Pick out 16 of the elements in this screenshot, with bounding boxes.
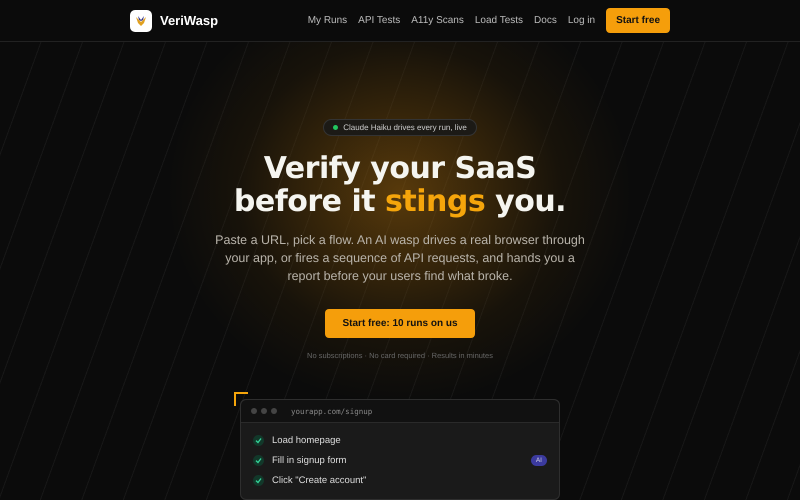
hero-subtitle: Paste a URL, pick a flow. An AI wasp drives a real browser through your app, or fires a sequence of API requests, and hands you a report before your users find what broke. bbox=[214, 232, 586, 285]
nav-link[interactable]: Load Tests bbox=[474, 15, 524, 26]
brand-name: VeriWasp bbox=[160, 13, 218, 28]
wasp-logo-icon[interactable] bbox=[130, 10, 152, 32]
nav-link[interactable]: Log in bbox=[568, 15, 596, 26]
step-label: Click "Create account" bbox=[272, 474, 366, 486]
nav-link[interactable]: My Runs bbox=[308, 15, 348, 26]
nav-link[interactable]: Docs bbox=[534, 15, 557, 26]
hero-headline: Verify your SaaS before it stings you. bbox=[234, 152, 566, 218]
nav-link[interactable]: A11y Scans bbox=[411, 15, 464, 26]
step-label: Fill in signup form bbox=[272, 454, 346, 466]
step-label: Load homepage bbox=[272, 434, 341, 446]
start-free-cta-button[interactable]: Start free: 10 runs on us bbox=[325, 309, 475, 338]
start-free-button[interactable]: Start free bbox=[606, 8, 670, 33]
status-badge: Claude Haiku drives every run, live bbox=[323, 119, 477, 136]
nav-link[interactable]: API Tests bbox=[358, 15, 400, 26]
